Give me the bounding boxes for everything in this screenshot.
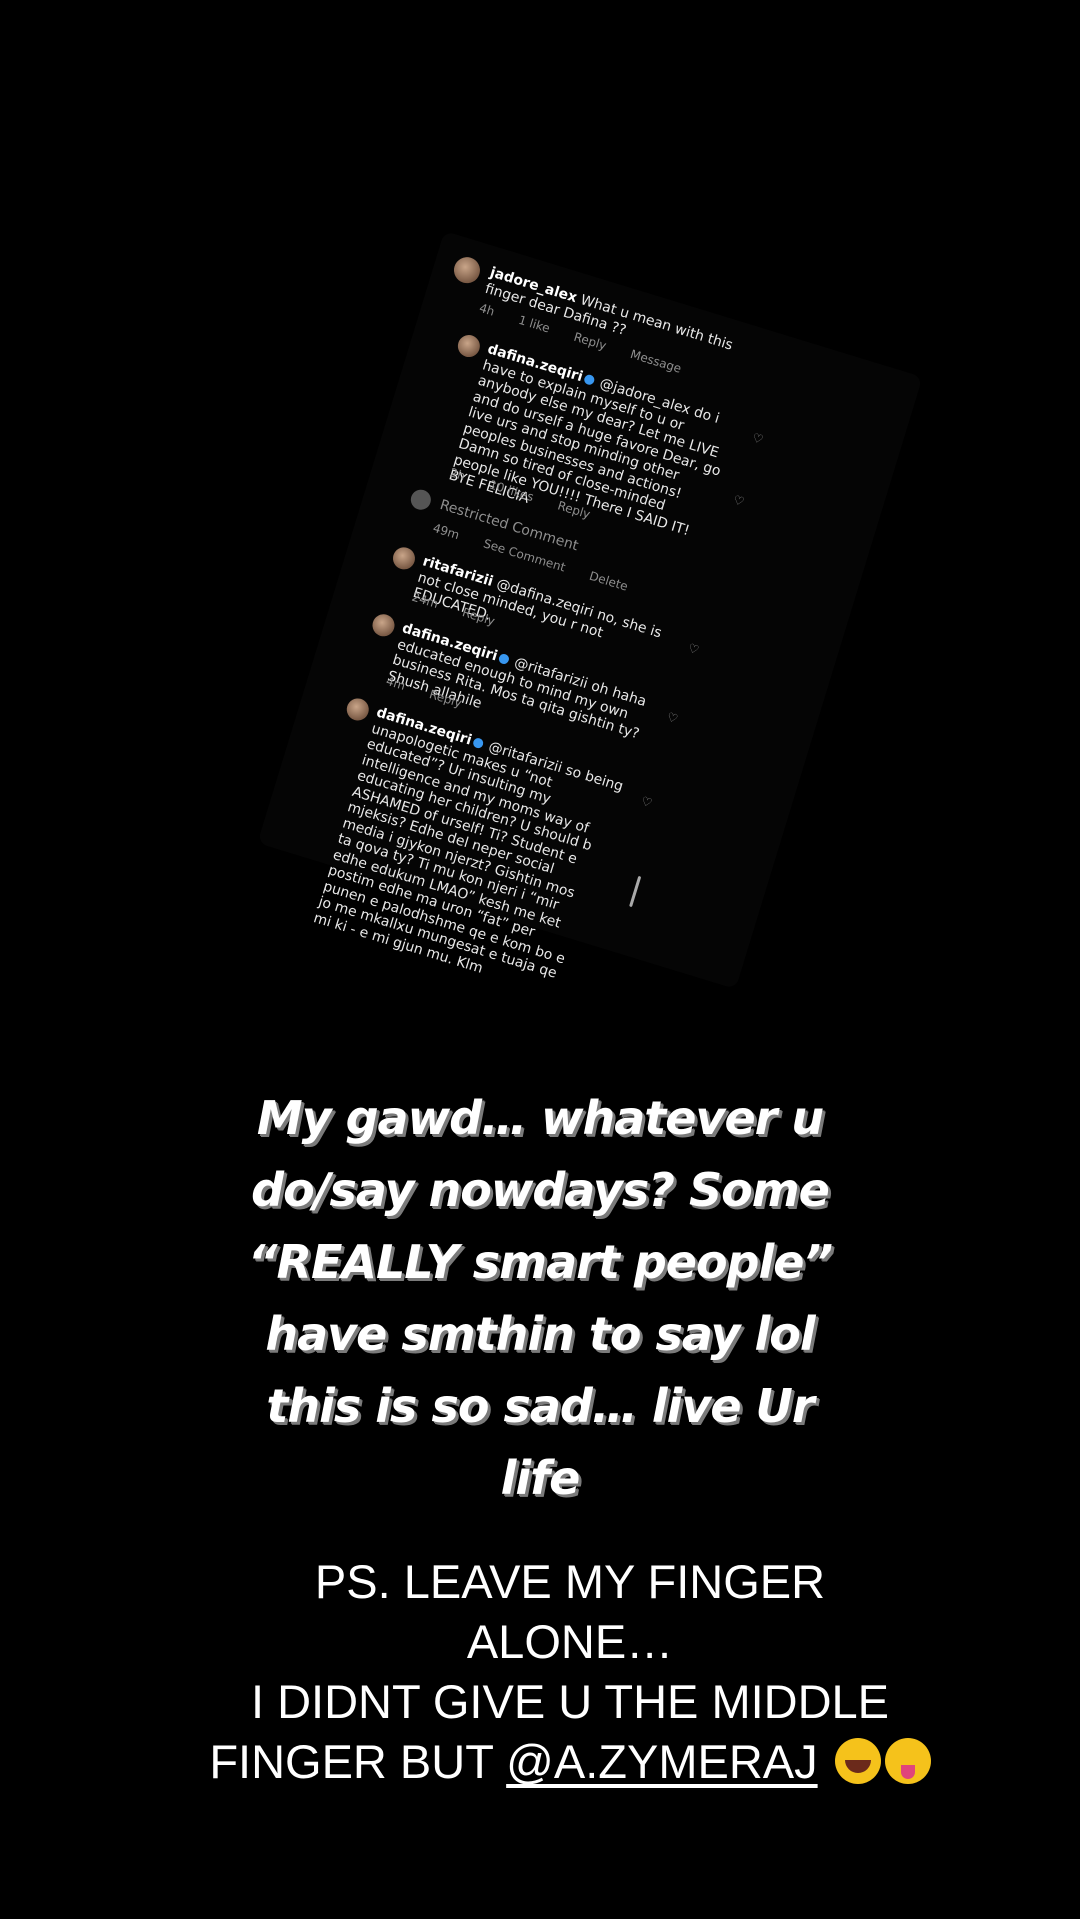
caption-line: “REALLY smart people” <box>247 1235 833 1289</box>
comment-text: @ritafarizii so being unapologetic makes… <box>311 720 626 982</box>
comment-likes[interactable]: 1 like <box>517 313 552 336</box>
caption-line: this is so sad… live Ur <box>266 1379 814 1433</box>
caption-line: do/say nowdays? Some <box>251 1163 830 1217</box>
ps-prefix: FINGER BUT <box>209 1735 507 1788</box>
ps-line: FINGER BUT @A.ZYMERAJ <box>200 1732 940 1792</box>
story-caption: My gawd… whatever u do/say nowdays? Some… <box>190 1082 890 1514</box>
comment-time: 49m <box>431 520 462 543</box>
comment-time: 4h <box>477 300 497 319</box>
tongue-emoji-icon <box>884 1738 931 1784</box>
comment-body: dafina.zeqiri @ritafarizii so being unap… <box>312 704 628 1001</box>
avatar <box>344 695 372 724</box>
caption-line: have smthin to say lol <box>265 1307 815 1361</box>
mention-link[interactable]: @A.ZYMERAJ <box>506 1735 817 1788</box>
ps-line: PS. LEAVE MY FINGER <box>314 1555 826 1608</box>
avatar <box>450 253 484 287</box>
avatar <box>408 487 434 513</box>
caption-line: My gawd… whatever u <box>256 1091 824 1145</box>
heart-icon[interactable]: ♡ <box>686 641 700 658</box>
heart-icon[interactable]: ♡ <box>640 794 654 811</box>
avatar <box>455 332 483 360</box>
laughing-emoji-icon <box>834 1738 881 1784</box>
scrollbar[interactable] <box>629 875 642 908</box>
verified-badge-icon <box>497 652 510 666</box>
avatar <box>369 611 398 640</box>
ps-line: ALONE… <box>466 1615 674 1668</box>
verified-badge-icon <box>582 373 596 386</box>
verified-badge-icon <box>471 736 485 750</box>
ps-text: PS. LEAVE MY FINGER ALONE… I DIDNT GIVE … <box>200 1552 940 1792</box>
avatar <box>390 544 418 573</box>
heart-icon[interactable]: ♡ <box>751 430 765 447</box>
comment-screenshot: jadore_alex What u mean with this finger… <box>257 230 923 990</box>
ps-line: I DIDNT GIVE U THE MIDDLE <box>250 1675 890 1728</box>
heart-icon[interactable]: ♡ <box>665 710 679 727</box>
caption-line: life <box>500 1451 581 1505</box>
reply-link[interactable]: Reply <box>572 330 608 353</box>
heart-icon[interactable]: ♡ <box>732 492 746 509</box>
delete-link[interactable]: Delete <box>588 569 630 594</box>
